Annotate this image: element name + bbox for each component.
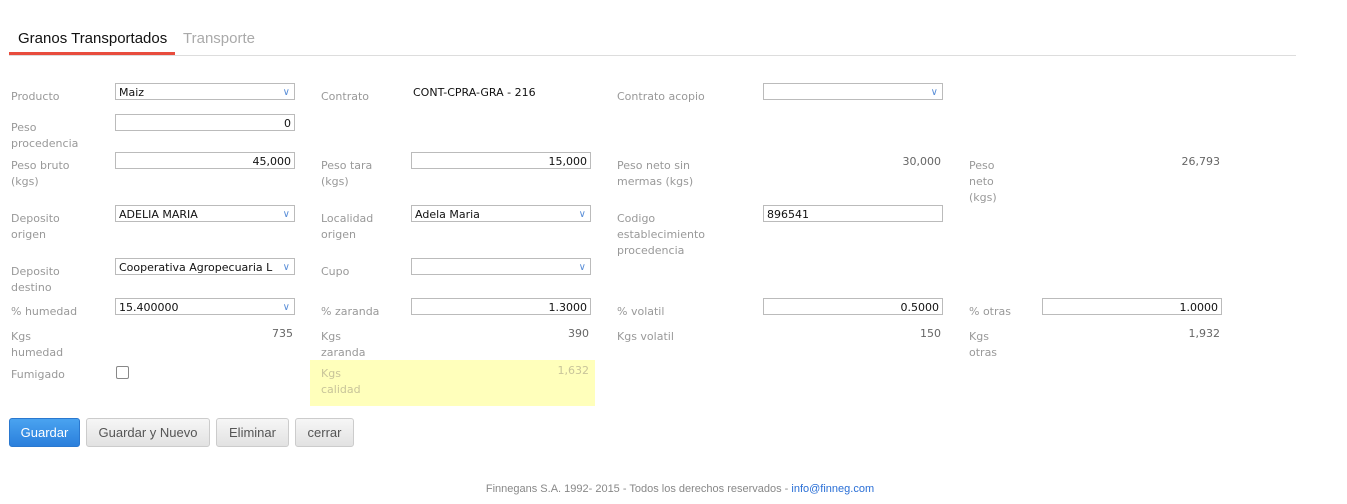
kgs-volatil-label: Kgs volatil <box>617 330 674 343</box>
chevron-down-icon: ∨ <box>282 302 290 313</box>
deposito-origen-label: Deposito origen <box>11 212 60 241</box>
contrato-value: CONT-CPRA-GRA - 216 <box>413 86 536 99</box>
cerrar-button[interactable]: cerrar <box>295 418 354 447</box>
humedad-label: % humedad <box>11 305 78 318</box>
guardar-button[interactable]: Guardar <box>9 418 80 447</box>
chevron-down-icon: ∨ <box>282 87 290 98</box>
humedad-select[interactable]: 15.400000 ∨ <box>115 298 295 315</box>
active-tab-indicator <box>9 52 175 55</box>
tab-granos-transportados[interactable]: Granos Transportados <box>18 30 167 47</box>
kgs-volatil-value: 150 <box>920 327 941 340</box>
humedad-value: 15.400000 <box>119 301 179 314</box>
otras-label: % otras <box>969 305 1011 318</box>
peso-bruto-label: Peso bruto (kgs) <box>11 159 70 188</box>
peso-procedencia-input[interactable]: 0 <box>115 114 295 131</box>
peso-neto-sin-mermas-value: 30,000 <box>902 155 942 168</box>
footer: Finnegans S.A. 1992- 2015 - Todos los de… <box>0 483 1347 495</box>
kgs-humedad-value: 735 <box>272 327 293 340</box>
tab-transporte[interactable]: Transporte <box>183 30 255 47</box>
codigo-establecimiento-input[interactable]: 896541 <box>763 205 943 222</box>
deposito-destino-select[interactable]: Cooperativa Agropecuaria L ∨ <box>115 258 295 275</box>
peso-neto-label: Peso neto (kgs) <box>969 159 997 204</box>
kgs-otras-label: Kgs otras <box>969 330 998 359</box>
deposito-origen-value: ADELIA MARIA <box>119 208 198 221</box>
eliminar-button[interactable]: Eliminar <box>216 418 289 447</box>
fumigado-checkbox[interactable] <box>116 366 129 379</box>
chevron-down-icon: ∨ <box>282 262 290 273</box>
contrato-acopio-select[interactable]: ∨ <box>763 83 943 100</box>
kgs-calidad-label: Kgs calidad <box>321 367 361 396</box>
peso-neto-sin-mermas-label: Peso neto sin mermas (kgs) <box>617 159 694 188</box>
peso-tara-input[interactable]: 15,000 <box>411 152 591 169</box>
deposito-destino-label: Deposito destino <box>11 265 60 294</box>
tab-divider <box>9 55 1296 56</box>
kgs-calidad-highlight: Kgs calidad 1,632 <box>310 360 595 406</box>
kgs-zaranda-value: 390 <box>568 327 589 340</box>
localidad-origen-value: Adela Maria <box>415 208 480 221</box>
peso-neto-value: 26,793 <box>1181 155 1221 168</box>
producto-value: Maiz <box>119 86 145 99</box>
codigo-establecimiento-label: Codigo establecimiento procedencia <box>617 212 706 257</box>
producto-select[interactable]: Maiz ∨ <box>115 83 295 100</box>
peso-tara-label: Peso tara (kgs) <box>321 159 373 188</box>
volatil-label: % volatil <box>617 305 665 318</box>
contrato-acopio-label: Contrato acopio <box>617 90 705 103</box>
contrato-label: Contrato <box>321 90 370 103</box>
kgs-calidad-value: 1,632 <box>557 364 590 377</box>
chevron-down-icon: ∨ <box>578 262 586 273</box>
deposito-origen-select[interactable]: ADELIA MARIA ∨ <box>115 205 295 222</box>
cupo-select[interactable]: ∨ <box>411 258 591 275</box>
footer-email-link[interactable]: info@finneg.com <box>791 483 874 495</box>
footer-text: Finnegans S.A. 1992- 2015 - Todos los de… <box>485 483 792 495</box>
kgs-humedad-label: Kgs humedad <box>11 330 64 359</box>
cupo-label: Cupo <box>321 265 350 278</box>
volatil-input[interactable]: 0.5000 <box>763 298 943 315</box>
deposito-destino-value: Cooperativa Agropecuaria L <box>119 261 273 274</box>
producto-label: Producto <box>11 90 60 103</box>
zaranda-label: % zaranda <box>321 305 380 318</box>
peso-procedencia-label: Peso procedencia <box>11 121 79 150</box>
otras-input[interactable]: 1.0000 <box>1042 298 1222 315</box>
kgs-zaranda-label: Kgs zaranda <box>321 330 366 359</box>
chevron-down-icon: ∨ <box>282 209 290 220</box>
chevron-down-icon: ∨ <box>930 87 938 98</box>
chevron-down-icon: ∨ <box>578 209 586 220</box>
guardar-y-nuevo-button[interactable]: Guardar y Nuevo <box>86 418 210 447</box>
zaranda-input[interactable]: 1.3000 <box>411 298 591 315</box>
kgs-otras-value: 1,932 <box>1188 327 1221 340</box>
localidad-origen-select[interactable]: Adela Maria ∨ <box>411 205 591 222</box>
peso-bruto-input[interactable]: 45,000 <box>115 152 295 169</box>
localidad-origen-label: Localidad origen <box>321 212 374 241</box>
fumigado-label: Fumigado <box>11 368 65 381</box>
